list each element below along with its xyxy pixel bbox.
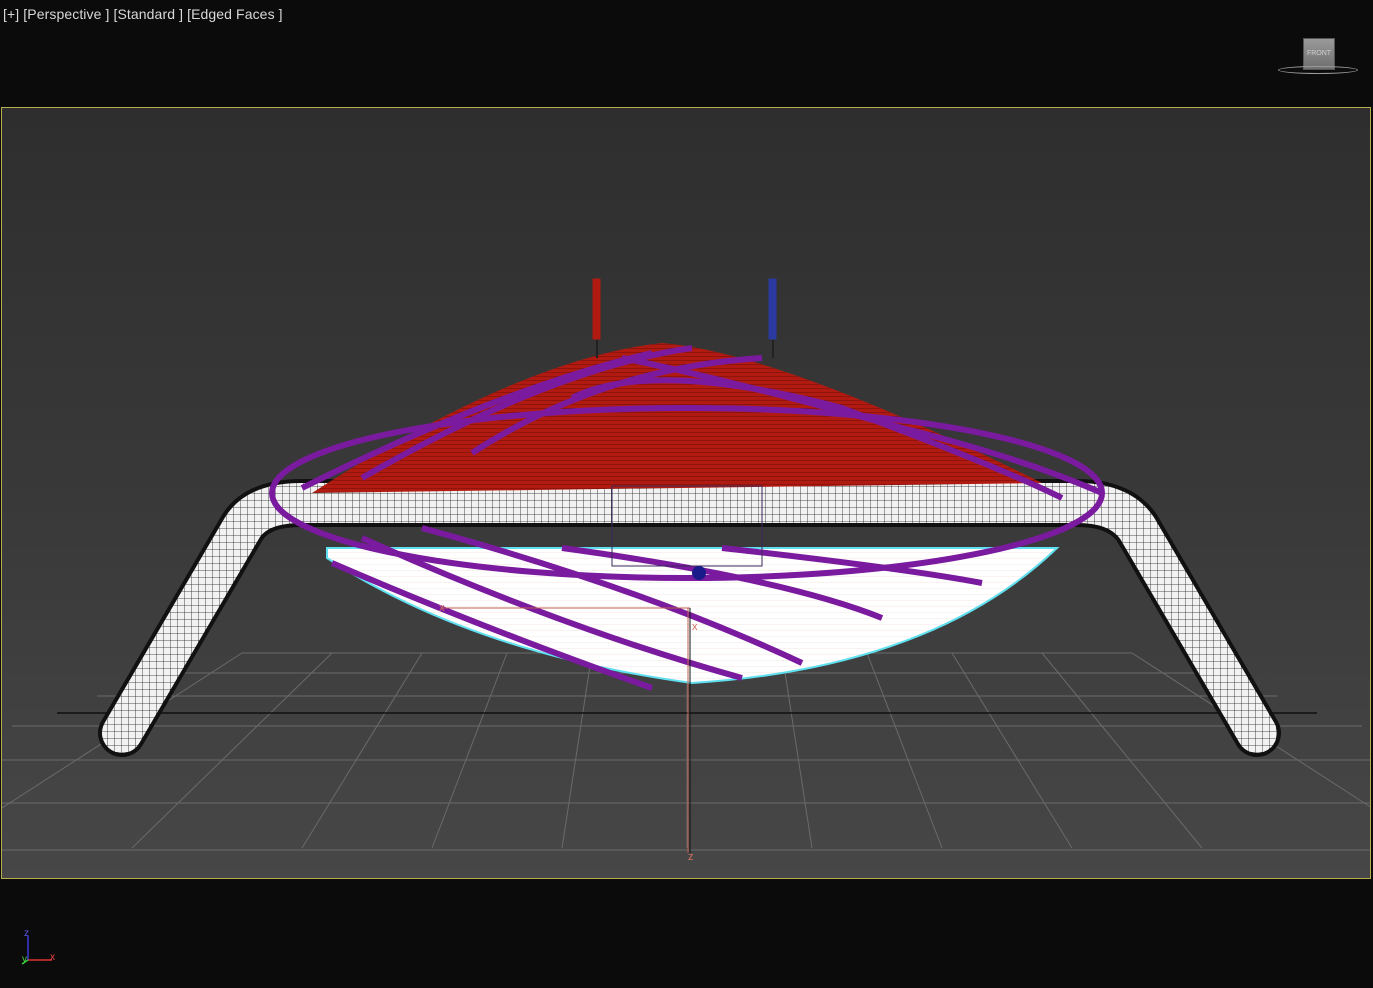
- viewport-view-menu[interactable]: [Perspective ]: [23, 6, 109, 22]
- tripod-x-label: x: [50, 952, 55, 963]
- pivot-point: [692, 566, 706, 580]
- lamp-upper-shade: [312, 343, 1042, 493]
- viewport-mode-menu[interactable]: [Edged Faces ]: [187, 6, 283, 22]
- viewcube-compass-ring[interactable]: [1278, 66, 1358, 74]
- viewport-label-bar: [+] [Perspective ] [Standard ] [Edged Fa…: [3, 6, 283, 22]
- perspective-viewport[interactable]: x x z: [1, 107, 1371, 879]
- viewport-shading-menu[interactable]: [Standard ]: [113, 6, 183, 22]
- viewcube[interactable]: FRONT: [1278, 36, 1358, 78]
- gizmo-z-label: z: [688, 851, 694, 863]
- gizmo-x-label: x: [439, 602, 445, 614]
- gizmo-x2-label: x: [692, 621, 698, 633]
- world-axis-tripod: z y x: [18, 928, 68, 968]
- tripod-y-label: y: [22, 954, 27, 965]
- tripod-z-label: z: [24, 928, 29, 939]
- scene-canvas[interactable]: x x z: [2, 108, 1371, 879]
- viewport-menu-plus[interactable]: [+]: [3, 6, 19, 22]
